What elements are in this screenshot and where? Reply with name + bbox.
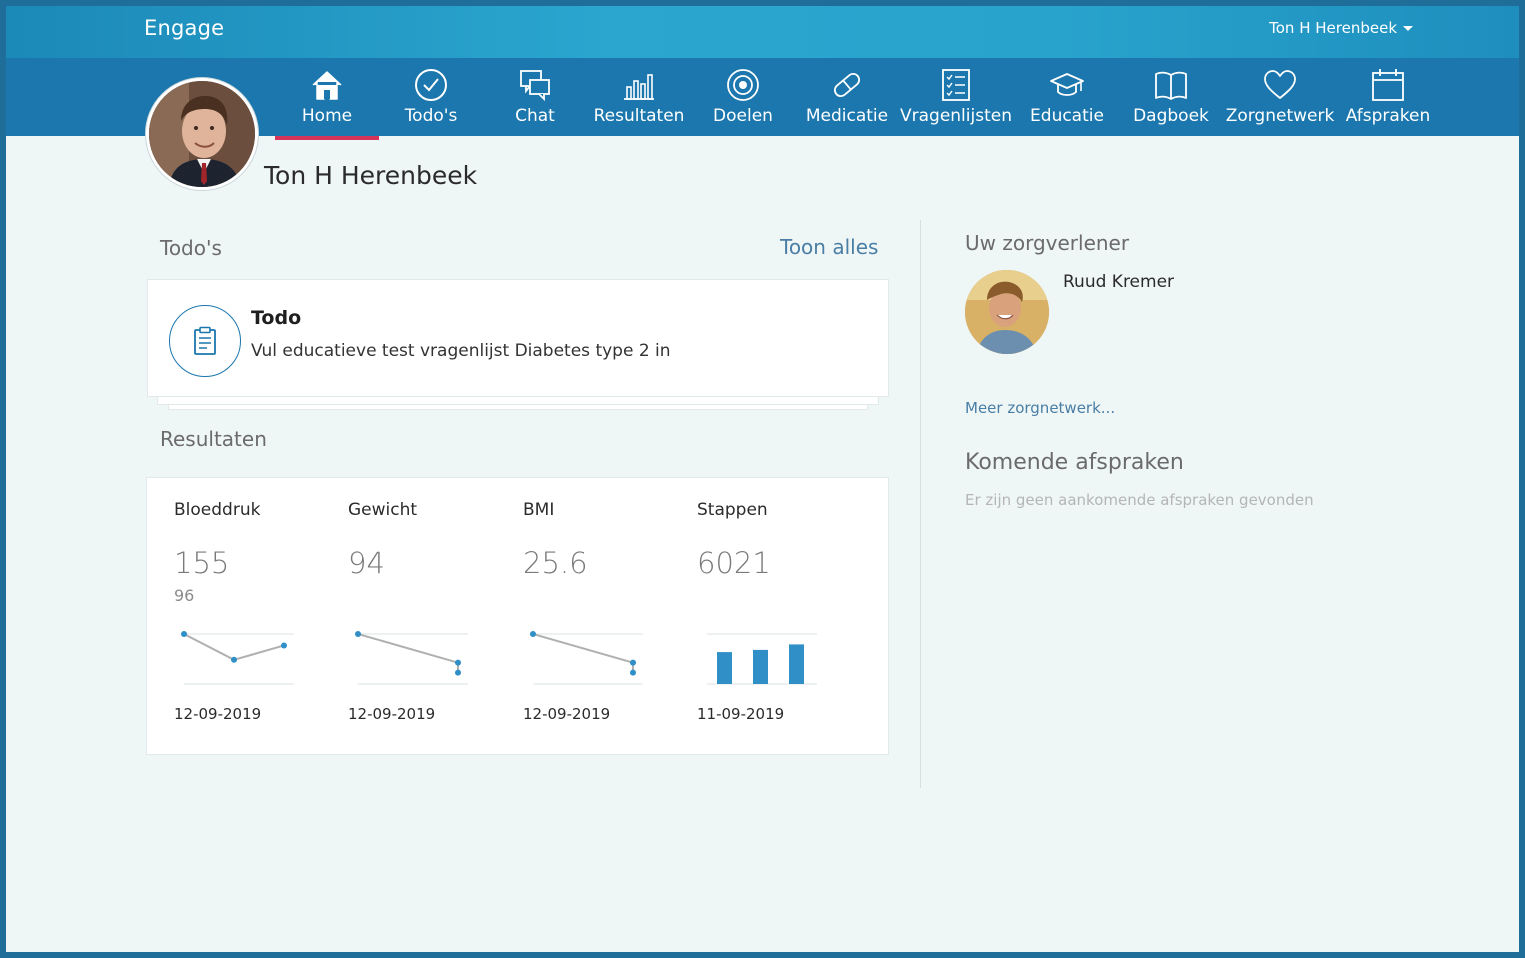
chevron-down-icon: [1403, 25, 1413, 31]
sparkline-point: [281, 642, 287, 649]
nav-item-educatie[interactable]: Educatie: [1015, 58, 1119, 136]
sparkline-point: [530, 631, 536, 637]
nav-label: Medicatie: [805, 106, 889, 126]
heart-icon: [1264, 70, 1296, 99]
sparkline-bar: [789, 644, 804, 684]
nav-item-vragenlijsten[interactable]: Vragenlijsten: [900, 58, 1012, 136]
nav-label: Vragenlijsten: [900, 106, 1012, 126]
pill-icon: [833, 72, 861, 98]
metric-value: 6021: [697, 546, 771, 580]
metric-label: Gewicht: [348, 500, 418, 520]
appointments-section-title: Komende afspraken: [965, 450, 1184, 475]
metric-value: 94: [348, 546, 385, 580]
target-icon: [727, 69, 759, 101]
column-divider: [920, 220, 921, 788]
results-section-title: Resultaten: [160, 427, 267, 451]
metric-sub-value: 96: [174, 586, 195, 605]
results-card: Bloeddruk 155 96 12-09-2019 Gewicht 94 1…: [146, 477, 889, 755]
appointments-empty-text: Er zijn geen aankomende afspraken gevond…: [965, 491, 1314, 509]
sparkline-line: [532, 633, 634, 664]
metric-sparkline: [530, 631, 643, 685]
card-stack-shadow: [157, 397, 879, 405]
nav-item-resultaten[interactable]: Resultaten: [587, 58, 691, 136]
clipboard-icon: [194, 326, 216, 355]
metric-date: 12-09-2019: [523, 705, 611, 723]
metric-date: 11-09-2019: [697, 705, 785, 723]
nav-label: Doelen: [713, 106, 773, 126]
nav-item-todos[interactable]: Todo's: [379, 58, 483, 136]
sparkline-point: [455, 659, 461, 666]
page-title: Ton H Herenbeek: [264, 161, 478, 190]
top-bar: Engage Ton H Herenbeek: [6, 6, 1519, 58]
sparkline-point: [630, 659, 636, 666]
metric-sparkline: [355, 631, 468, 685]
sparkline-line: [183, 633, 285, 661]
nav-item-doelen[interactable]: Doelen: [691, 58, 795, 136]
nav-label: Chat: [515, 106, 555, 126]
graduation-cap-icon: [1050, 73, 1084, 96]
nav-item-medicatie[interactable]: Medicatie: [795, 58, 899, 136]
metric-sparkline: [181, 631, 294, 685]
metric-label: BMI: [523, 500, 555, 520]
sparkline-line: [357, 633, 459, 664]
app-frame: Engage Ton H Herenbeek Home Todo's Chat …: [6, 6, 1519, 952]
sparkline-bar: [753, 649, 768, 684]
sparkline-bar: [717, 652, 732, 684]
brand-logo[interactable]: Engage: [144, 16, 224, 40]
chat-icon: [520, 70, 550, 102]
nav-label: Zorgnetwerk: [1225, 106, 1335, 126]
calendar-icon: [1372, 69, 1404, 101]
nav-item-home[interactable]: Home: [275, 58, 379, 140]
check-circle-icon: [415, 69, 447, 101]
user-menu[interactable]: Ton H Herenbeek: [1269, 19, 1413, 37]
nav-label: Afspraken: [1345, 106, 1431, 126]
more-care-network-link[interactable]: Meer zorgnetwerk...: [965, 399, 1115, 417]
metric-sparkline: [707, 633, 817, 685]
sparkline-point: [231, 656, 237, 663]
provider-avatar[interactable]: [965, 270, 1049, 354]
todo-title: Todo: [251, 307, 302, 329]
nav-label: Educatie: [1030, 106, 1104, 126]
nav-item-chat[interactable]: Chat: [483, 58, 587, 136]
todo-card[interactable]: Todo Vul educatieve test vragenlijst Dia…: [147, 279, 889, 397]
todo-description: Vul educatieve test vragenlijst Diabetes…: [251, 341, 671, 361]
avatar-image: [149, 81, 255, 187]
home-icon: [312, 71, 342, 100]
user-menu-label: Ton H Herenbeek: [1269, 19, 1397, 37]
checklist-icon: [942, 69, 970, 101]
bar-chart-icon: [624, 74, 654, 100]
show-all-todos-link[interactable]: Toon alles: [780, 235, 878, 259]
metric-label: Bloeddruk: [174, 500, 261, 520]
nav-item-afspraken[interactable]: Afspraken: [1336, 58, 1440, 136]
nav-label: Resultaten: [593, 106, 685, 126]
nav-label: Todo's: [404, 106, 458, 126]
nav-label: Dagboek: [1133, 106, 1209, 126]
sparkline-point: [355, 631, 361, 637]
provider-name[interactable]: Ruud Kremer: [1063, 272, 1174, 292]
nav-item-dagboek[interactable]: Dagboek: [1119, 58, 1223, 136]
nav-item-zorgnetwerk[interactable]: Zorgnetwerk: [1225, 58, 1335, 136]
metric-label: Stappen: [697, 500, 768, 520]
provider-section-title: Uw zorgverlener: [965, 231, 1130, 255]
avatar[interactable]: [146, 78, 258, 190]
provider-avatar-image: [965, 270, 1049, 354]
metric-date: 12-09-2019: [174, 705, 262, 723]
sparkline-point: [181, 631, 187, 637]
sparkline-point: [455, 669, 461, 676]
card-stack-shadow: [168, 405, 868, 410]
metric-date: 12-09-2019: [348, 705, 436, 723]
todo-icon-circle: [169, 305, 241, 377]
book-icon: [1155, 71, 1187, 100]
metric-value: 25.6: [523, 546, 588, 580]
sparkline-point: [630, 669, 636, 676]
todos-section-title: Todo's: [160, 236, 222, 260]
metric-value: 155: [174, 546, 230, 580]
nav-label: Home: [301, 106, 353, 126]
